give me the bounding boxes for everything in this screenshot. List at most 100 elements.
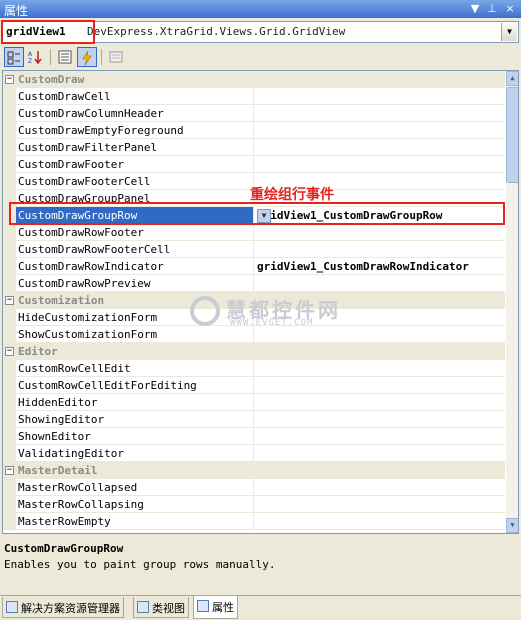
tab-class-view[interactable]: 类视图 — [133, 597, 189, 618]
vertical-scrollbar[interactable]: ▲ ▼ — [506, 71, 518, 533]
events-lightning-icon — [82, 50, 92, 66]
event-row[interactable]: HiddenEditor — [3, 394, 505, 411]
event-name: CustomDrawColumnHeader — [18, 107, 164, 120]
properties-tab-icon — [197, 600, 209, 612]
event-row[interactable]: CustomRowCellEdit — [3, 360, 505, 377]
event-name: CustomDrawRowFooter — [18, 226, 144, 239]
event-value[interactable] — [253, 445, 505, 462]
event-row[interactable]: CustomDrawRowFooter — [3, 224, 505, 241]
event-value[interactable] — [253, 377, 505, 394]
collapse-icon[interactable]: − — [5, 75, 14, 84]
event-value[interactable] — [253, 411, 505, 428]
event-name: CustomDrawFilterPanel — [18, 141, 158, 154]
category-customdraw[interactable]: − CustomDraw — [3, 71, 505, 88]
event-value[interactable] — [253, 479, 505, 496]
event-name: CustomDrawFooterCell — [18, 175, 151, 188]
event-value[interactable] — [253, 139, 505, 156]
alphabetical-icon: A Z — [28, 51, 42, 65]
scrollbar-thumb[interactable] — [506, 87, 518, 183]
event-name: CustomDrawRowPreview — [18, 277, 151, 290]
pin-icon[interactable]: ⊥ — [484, 1, 500, 17]
properties-toolbar: A Z — [2, 46, 519, 68]
event-name: MasterRowCollapsed — [18, 481, 138, 494]
event-value[interactable]: gridView1_CustomDrawRowIndicator — [253, 258, 505, 275]
annotation-box-object — [1, 20, 95, 44]
event-value[interactable] — [253, 496, 505, 513]
event-name: CustomDrawEmptyForeground — [18, 124, 184, 137]
alphabetical-button[interactable]: A Z — [26, 47, 46, 67]
event-value[interactable] — [253, 241, 505, 258]
category-label: MasterDetail — [18, 464, 98, 477]
description-text: Enables you to paint group rows manually… — [4, 558, 276, 571]
category-label: Editor — [18, 345, 58, 358]
properties-window-titlebar: 属性 ▼ ⊥ × — [0, 0, 521, 18]
categorized-button[interactable] — [4, 47, 24, 67]
category-editor[interactable]: − Editor — [3, 343, 505, 360]
event-row[interactable]: ShowingEditor — [3, 411, 505, 428]
event-row[interactable]: MasterRowEmpty — [3, 513, 505, 530]
event-value[interactable] — [253, 105, 505, 122]
event-name: HiddenEditor — [18, 396, 98, 409]
events-button[interactable] — [77, 47, 97, 67]
svg-text:A: A — [28, 51, 33, 58]
event-value[interactable] — [253, 224, 505, 241]
category-masterdetail[interactable]: − MasterDetail — [3, 462, 505, 479]
event-row[interactable]: ShownEditor — [3, 428, 505, 445]
event-name: MasterRowCollapsing — [18, 498, 144, 511]
collapse-icon[interactable]: − — [5, 466, 14, 475]
event-name: MasterRowEmpty — [18, 515, 111, 528]
event-row[interactable]: CustomDrawEmptyForeground — [3, 122, 505, 139]
tab-properties[interactable]: 属性 — [193, 596, 238, 619]
event-row[interactable]: CustomDrawColumnHeader — [3, 105, 505, 122]
watermark-ring-icon — [190, 296, 220, 326]
event-row[interactable]: MasterRowCollapsing — [3, 496, 505, 513]
event-value[interactable] — [253, 88, 505, 105]
event-row[interactable]: CustomDrawCell — [3, 88, 505, 105]
event-handler-value: gridView1_CustomDrawRowIndicator — [257, 260, 469, 273]
event-row[interactable]: CustomDrawRowPreview — [3, 275, 505, 292]
scroll-down-icon[interactable]: ▼ — [506, 518, 518, 533]
event-value[interactable] — [253, 428, 505, 445]
tab-label: 类视图 — [152, 602, 185, 615]
categorized-icon — [7, 51, 20, 65]
event-value[interactable] — [253, 513, 505, 530]
event-name: CustomDrawRowIndicator — [18, 260, 164, 273]
event-name: ShowingEditor — [18, 413, 105, 426]
properties-icon — [58, 50, 72, 64]
chevron-down-icon[interactable]: ▼ — [501, 23, 517, 41]
tab-label: 解决方案资源管理器 — [21, 602, 120, 615]
class-view-icon — [137, 601, 149, 613]
event-value[interactable] — [253, 156, 505, 173]
event-row[interactable]: CustomDrawFilterPanel — [3, 139, 505, 156]
event-row[interactable]: CustomDrawFooter — [3, 156, 505, 173]
event-row[interactable]: CustomDrawRowIndicator gridView1_CustomDr… — [3, 258, 505, 275]
event-value[interactable] — [253, 275, 505, 292]
scroll-up-icon[interactable]: ▲ — [506, 71, 518, 86]
event-row[interactable]: CustomRowCellEditForEditing — [3, 377, 505, 394]
tab-solution-explorer[interactable]: 解决方案资源管理器 — [2, 597, 124, 618]
category-label: CustomDraw — [18, 73, 85, 86]
event-name: CustomRowCellEditForEditing — [18, 379, 197, 392]
description-title: CustomDrawGroupRow — [4, 542, 124, 555]
window-menu-dropdown-icon[interactable]: ▼ — [467, 1, 483, 17]
category-label: Customization — [18, 294, 105, 307]
property-pages-button[interactable] — [106, 47, 126, 67]
event-row[interactable]: MasterRowCollapsed — [3, 479, 505, 496]
event-row[interactable]: CustomDrawRowFooterCell — [3, 241, 505, 258]
watermark-logo: 慧都控件网 WWW.EVGET.COM — [186, 292, 356, 332]
event-row[interactable]: ValidatingEditor — [3, 445, 505, 462]
bottom-tab-strip: 解决方案资源管理器 类视图 属性 — [0, 595, 521, 620]
annotation-label: 重绘组行事件 — [250, 187, 334, 203]
collapse-icon[interactable]: − — [5, 347, 14, 356]
solution-explorer-icon — [6, 601, 18, 613]
event-value[interactable] — [253, 360, 505, 377]
annotation-box-row — [9, 202, 505, 225]
event-name: CustomDrawFooter — [18, 158, 124, 171]
event-name: ShownEditor — [18, 430, 91, 443]
properties-button[interactable] — [55, 47, 75, 67]
close-icon[interactable]: × — [502, 1, 518, 17]
event-value[interactable] — [253, 394, 505, 411]
event-value[interactable] — [253, 122, 505, 139]
toolbar-separator — [50, 49, 51, 65]
collapse-icon[interactable]: − — [5, 296, 14, 305]
